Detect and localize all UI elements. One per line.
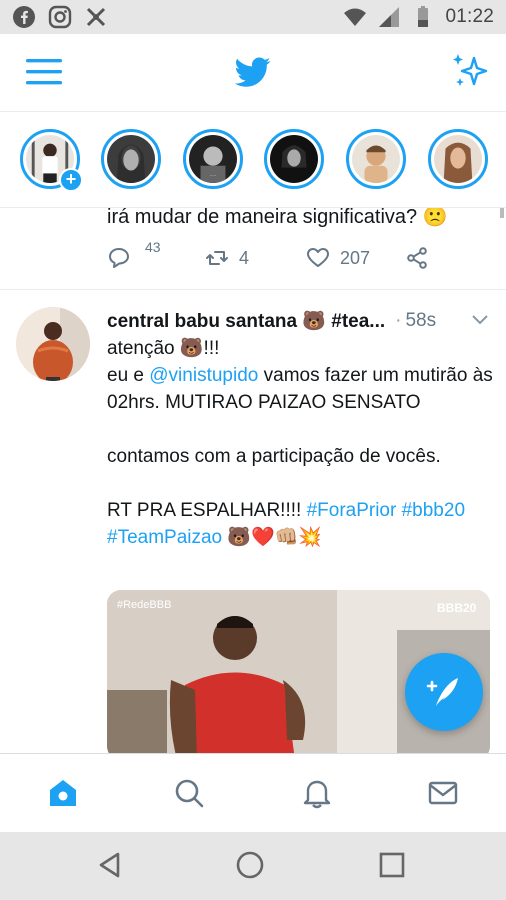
like-button[interactable]: 207 [306,246,370,270]
reply-count: 43 [145,239,161,255]
svg-text:·····: ····· [210,174,216,178]
back-icon[interactable] [94,849,126,881]
avatar: ····· [189,135,237,183]
battery-icon [418,6,429,27]
app-icon [86,7,106,27]
like-count: 207 [340,247,371,268]
tweet-header: central babu santana 🐻 #tea... · 58s [107,307,497,335]
text-line: RT PRA ESPALHAR!!!! #ForaPrior #bbb20 #T… [107,497,497,551]
bottom-tab-bar [0,753,506,832]
recents-icon[interactable] [376,849,408,881]
twitter-bird-icon[interactable] [235,54,271,90]
avatar [270,135,318,183]
media-watermark: BBB20 [437,601,477,615]
text-segment: eu e [107,365,150,386]
separator: · [395,310,402,331]
compose-feather-icon [426,678,458,706]
bell-icon[interactable] [300,776,334,810]
tweet-actions: 43 4 207 [107,240,437,276]
mail-icon[interactable] [426,776,460,810]
share-button[interactable] [405,246,429,270]
reply-button[interactable]: 43 [107,240,161,270]
heart-icon [307,248,329,267]
text-line: eu e @vinistupido vamos fazer um mutirão… [107,362,497,416]
system-nav-bar [0,832,506,900]
instagram-icon [48,5,72,29]
text-line: contamos com a participação de vocês. [107,446,441,467]
status-bar: 01:22 [0,0,506,34]
author-name[interactable]: central babu santana 🐻 #tea... [107,309,385,333]
fleet-5[interactable] [428,129,488,189]
signal-icon [379,7,400,27]
fleets-row: + ····· [0,112,506,208]
retweet-button[interactable]: 4 [205,246,249,270]
home-circle-icon[interactable] [234,849,266,881]
fleet-1[interactable] [101,129,161,189]
emoji-text: 🐻❤️👊🏼💥 [227,527,323,548]
hashtag-link[interactable]: #ForaPrior [307,500,397,521]
app-header [0,34,506,112]
retweet-icon [206,251,228,265]
media-watermark: #RedeBBB [117,599,171,611]
tweet-text: atenção 🐻!!! eu e @vinistupido vamos faz… [107,335,497,551]
reply-icon [109,248,129,268]
fleet-4[interactable] [346,129,406,189]
fleet-3[interactable] [264,129,324,189]
share-icon [407,247,427,269]
mention-link[interactable]: @vinistupido [149,365,258,386]
previous-tweet[interactable]: irá mudar de maneira significativa? 🙁 43… [0,208,506,290]
compose-tweet-button[interactable] [405,653,483,731]
chevron-down-icon[interactable] [471,313,489,327]
text-segment: RT PRA ESPALHAR!!!! [107,500,307,521]
avatar[interactable] [16,307,90,381]
avatar [434,135,482,183]
retweet-count: 4 [239,247,250,268]
tweet-text: irá mudar de maneira significativa? 🙁 [107,208,448,228]
scrollbar[interactable] [500,208,504,218]
fleet-2[interactable]: ····· [183,129,243,189]
hashtag-link[interactable]: #bbb20 [402,500,465,521]
fleet-own[interactable]: + [20,129,83,192]
facebook-icon [13,6,35,28]
sparkle-icon[interactable] [452,52,488,90]
wifi-icon [344,8,367,26]
hashtag-link[interactable]: #TeamPaizao [107,527,222,548]
home-icon[interactable] [46,776,80,810]
text-line: atenção 🐻!!! [107,338,220,359]
avatar [107,135,155,183]
avatar [352,135,400,183]
menu-icon[interactable] [26,56,62,88]
search-icon[interactable] [172,776,206,810]
clock: 01:22 [445,6,494,27]
add-fleet-button[interactable]: + [59,168,83,192]
timestamp[interactable]: 58s [405,310,436,332]
